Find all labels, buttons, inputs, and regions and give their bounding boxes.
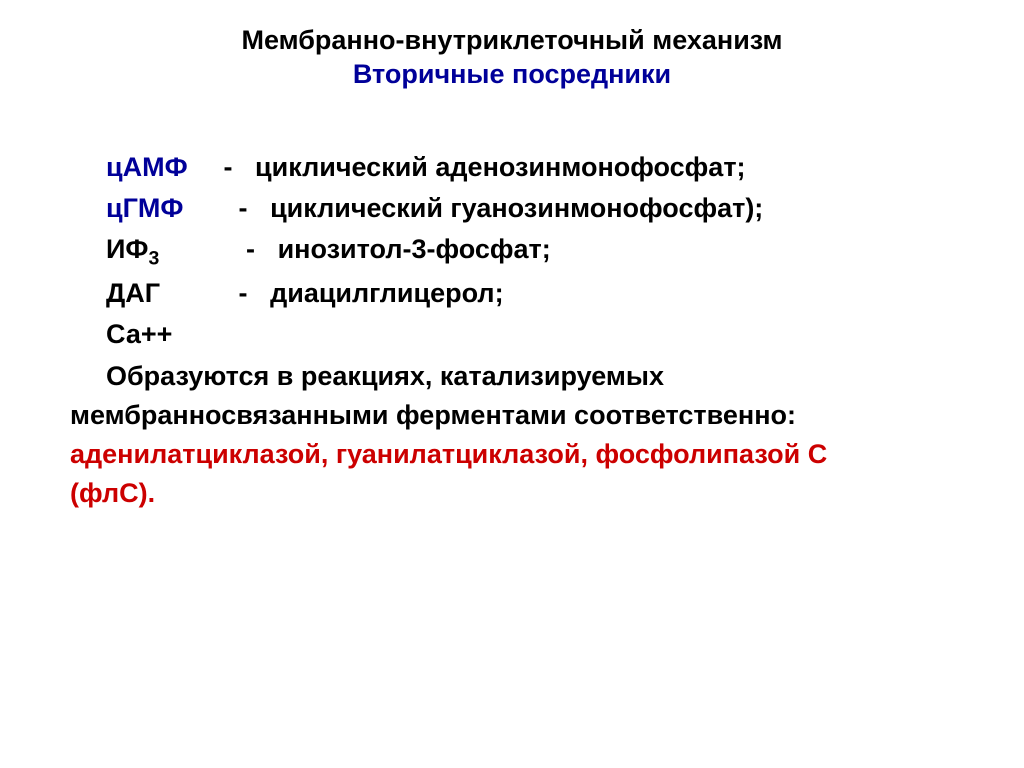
para-red-2: (флС).: [70, 478, 155, 508]
title-line-1: Мембранно-внутриклеточный механизм: [30, 24, 994, 58]
abbr-cgmp: цГМФ: [70, 189, 216, 228]
definition-dag: ДАГ - диацилглицерол;: [70, 274, 974, 313]
dash: -: [246, 230, 255, 269]
dash: -: [239, 274, 248, 313]
expansion-dag: диацилглицерол;: [255, 278, 504, 308]
dash: -: [224, 148, 233, 187]
abbr-ip3-sub: 3: [148, 247, 159, 269]
abbr-camp: цАМФ: [70, 148, 216, 187]
expansion-cgmp-text: циклический гуанозинмонофосфат);: [270, 193, 763, 223]
definition-ca: Са++: [70, 315, 974, 354]
expansion-cgmp: циклический гуанозинмонофосфат);: [255, 193, 763, 223]
expansion-camp-text: циклический аденозинмонофосфат;: [255, 152, 745, 182]
dash: -: [239, 189, 248, 228]
definition-cgmp: цГМФ - циклический гуанозинмонофосфат);: [70, 189, 974, 228]
expansion-dag-text: диацилглицерол;: [270, 278, 504, 308]
expansion-camp: циклический аденозинмонофосфат;: [240, 152, 746, 182]
definition-camp: цАМФ - циклический аденозинмонофосфат;: [70, 148, 974, 187]
para-black-2: мембранносвязанными ферментами соответст…: [70, 400, 796, 430]
spacer: [224, 278, 232, 308]
abbr-ip3: ИФ3: [70, 230, 216, 273]
slide-body: цАМФ - циклический аденозинмонофосфат; ц…: [30, 148, 994, 514]
spacer: [224, 193, 232, 223]
expansion-ip3: инозитол-3-фосфат;: [263, 234, 551, 264]
abbr-ca: Са++: [70, 315, 216, 354]
para-black-1: Образуются в реакциях, катализируемых: [106, 361, 664, 391]
para-red-1: аденилатциклазой, гуанилатциклазой, фосф…: [70, 439, 827, 469]
title-line-2: Вторичные посредники: [30, 58, 994, 92]
definition-ip3: ИФ3 - инозитол-3-фосфат;: [70, 230, 974, 273]
paragraph: Образуются в реакциях, катализируемых ме…: [70, 357, 974, 514]
spacer: [224, 234, 239, 264]
expansion-ip3-text: инозитол-3-фосфат;: [278, 234, 551, 264]
slide: Мембранно-внутриклеточный механизм Втори…: [0, 0, 1024, 768]
abbr-ip3-pre: ИФ: [106, 234, 148, 264]
slide-title: Мембранно-внутриклеточный механизм Втори…: [30, 24, 994, 92]
abbr-dag: ДАГ: [70, 274, 216, 313]
